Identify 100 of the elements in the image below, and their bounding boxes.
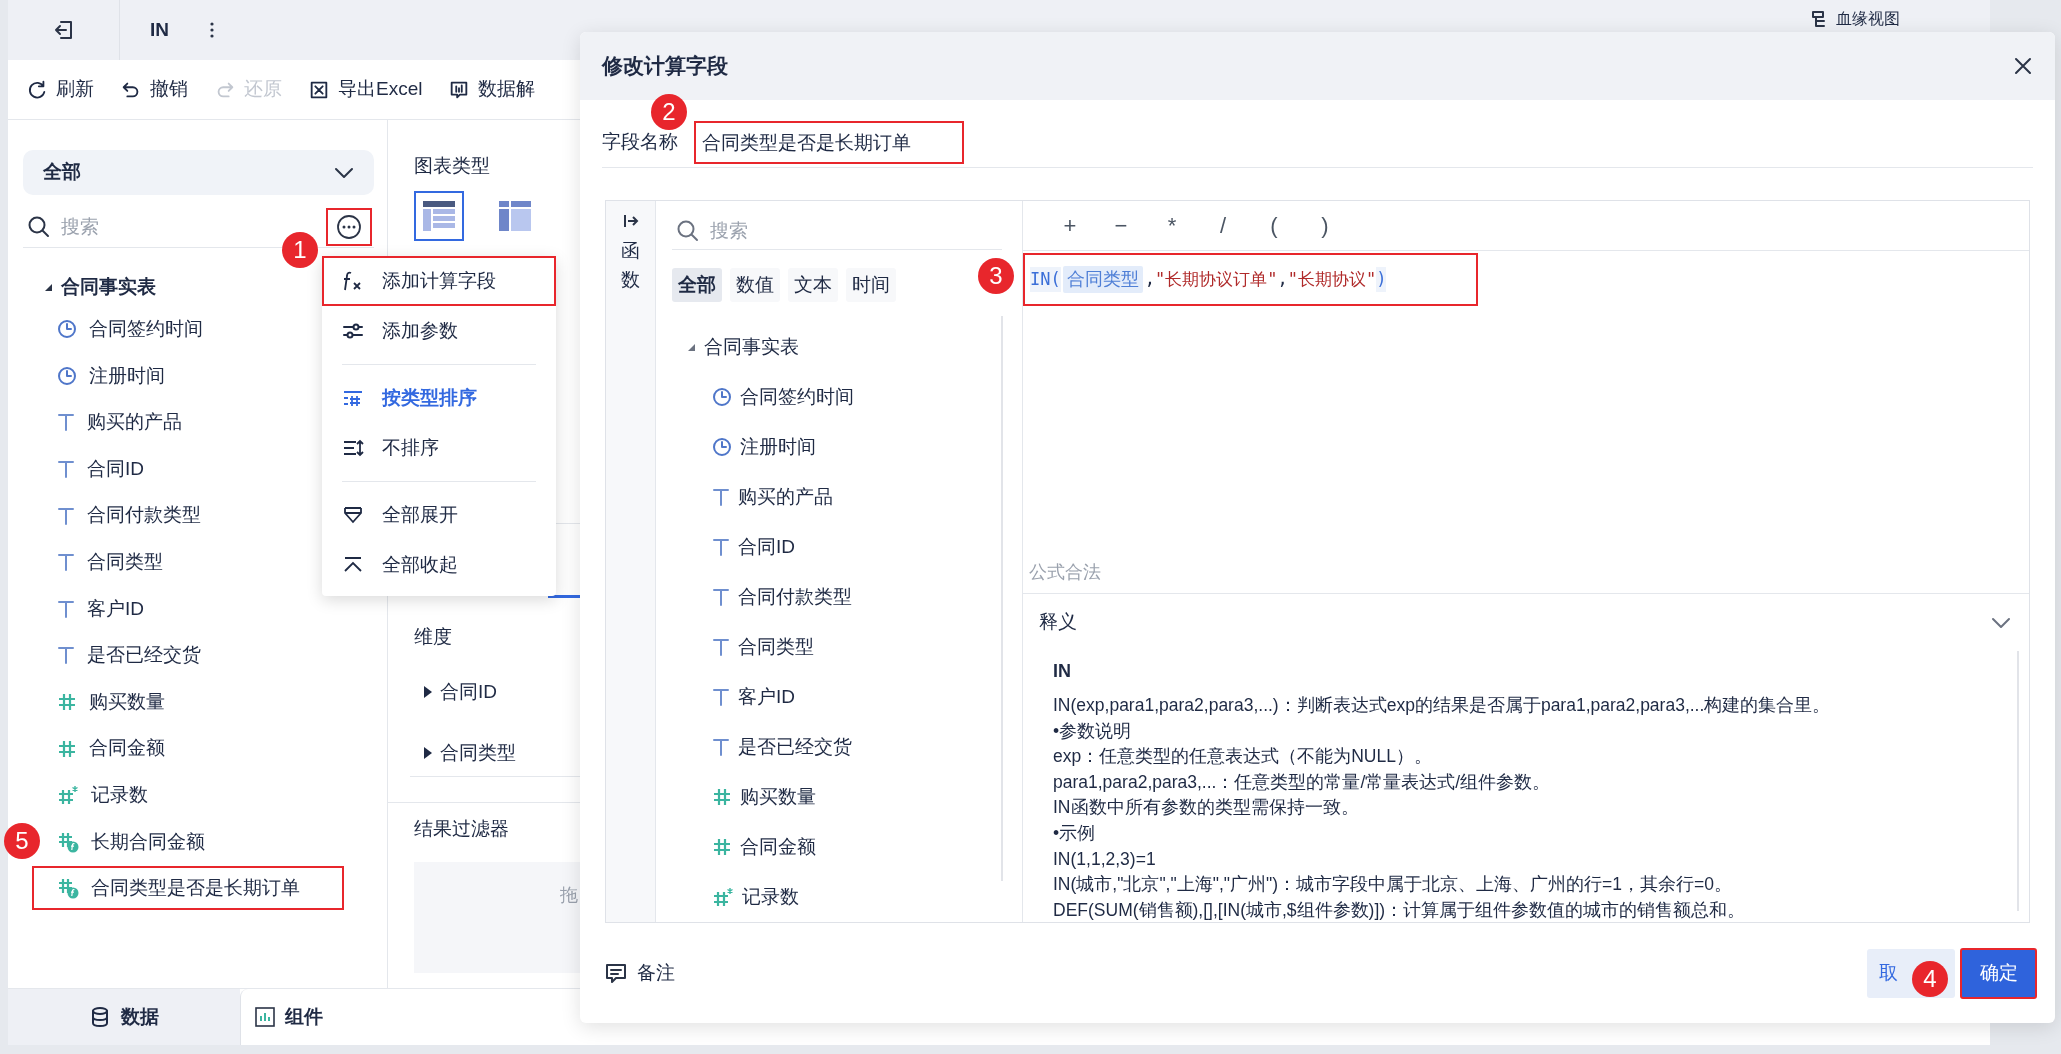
collapse-panel-icon — [622, 213, 639, 229]
category-tab[interactable]: 时间 — [846, 268, 896, 302]
field-item[interactable]: 记录数 — [43, 773, 170, 818]
field-item[interactable]: 合同ID — [672, 522, 1002, 572]
field-item[interactable]: 合同付款类型 — [672, 572, 1002, 622]
text-type-icon — [712, 637, 730, 657]
explanation-line: •参数说明 — [1053, 719, 1133, 743]
field-item[interactable]: 合同类型 — [43, 540, 185, 585]
formula-editor[interactable]: IN( 合同类型 ,"长期协议订单","长期协议") — [1023, 253, 1478, 306]
report-title: IN — [150, 17, 169, 42]
field-item[interactable]: 合同金额 — [672, 822, 1002, 872]
lineage-icon[interactable] — [1810, 10, 1828, 28]
scope-dropdown[interactable]: 全部 — [23, 150, 374, 195]
comment-icon — [605, 962, 627, 984]
field-item[interactable]: 是否已经交货 — [43, 633, 223, 678]
explanation-line: IN(1,1,2,3)=1 — [1053, 847, 1157, 871]
clock-icon — [712, 437, 732, 457]
chevron-down-icon — [334, 166, 354, 179]
function-search-field[interactable]: 搜索 — [710, 216, 910, 246]
field-item[interactable]: 合同付款类型 — [43, 493, 223, 538]
more-options-button[interactable] — [326, 208, 372, 246]
table-name[interactable]: 合同事实表 — [704, 332, 799, 362]
field-item[interactable]: 客户ID — [672, 672, 1002, 722]
toolbar-button[interactable]: 数据解 — [448, 75, 536, 104]
toolbar-button[interactable]: 撤销 — [120, 75, 188, 104]
field-label: 字段名称 — [602, 129, 678, 154]
field-item[interactable]: 购买数量 — [672, 772, 1002, 822]
field-item[interactable]: 合同签约时间 — [43, 307, 225, 352]
clock-icon — [712, 387, 732, 407]
menu-item[interactable]: 全部收起 — [322, 540, 556, 590]
dimension-item[interactable]: 合同类型 — [424, 739, 516, 768]
field-item[interactable]: 合同ID — [43, 447, 166, 492]
field-item[interactable]: 合同类型 — [672, 622, 1002, 672]
field-item[interactable]: 注册时间 — [43, 353, 187, 398]
section-title: 图表类型 — [414, 154, 491, 178]
menu-item[interactable]: 按类型排序 — [322, 373, 556, 423]
field-item[interactable]: 长期合同金额 — [43, 819, 227, 864]
confirm-button[interactable]: 确定 — [1960, 947, 2037, 999]
toolbar-button[interactable]: 导出Excel — [308, 75, 423, 104]
operator-button[interactable]: + — [1059, 209, 1081, 242]
formula-status: 公式合法 — [1029, 560, 1101, 584]
lineage-view-link[interactable]: 血缘视图 — [1836, 10, 1900, 28]
category-tab[interactable]: 全部 — [672, 268, 722, 302]
explanation-header[interactable]: 释义 — [1023, 594, 2029, 651]
note-button[interactable]: 备注 — [605, 958, 675, 988]
field-item[interactable]: 购买数量 — [43, 680, 187, 725]
close-icon — [2013, 56, 2033, 76]
field-item[interactable]: 购买的产品 — [43, 400, 204, 445]
menu-item[interactable]: 添加参数 — [322, 306, 556, 356]
explanation-line: DEF(SUM(销售额),[],[IN(城市,$组件参数)])：计算属于组件参数值的城市的销售额总和。 — [1053, 898, 1747, 922]
operator-button[interactable]: ( — [1263, 209, 1285, 242]
menu-item[interactable]: 添加计算字段 — [322, 256, 556, 306]
text-type-icon — [57, 412, 75, 433]
text-type-icon — [57, 645, 75, 666]
hash-icon — [57, 738, 77, 759]
text-type-icon — [57, 598, 75, 619]
field-item[interactable]: 注册时间 — [672, 422, 1002, 472]
hash-icon — [712, 787, 732, 807]
operator-button[interactable]: ) — [1314, 209, 1336, 242]
bar-chart-icon — [255, 1007, 275, 1027]
caret-down-icon[interactable] — [43, 282, 53, 292]
category-tab[interactable]: 数值 — [730, 268, 780, 302]
search-icon — [676, 219, 700, 243]
toolbar-button[interactable]: 刷新 — [26, 75, 94, 104]
expand-icon — [342, 504, 364, 526]
chart-type-button[interactable] — [414, 191, 464, 241]
explanation-title: IN — [1053, 660, 1072, 683]
section-title: 维度 — [414, 625, 452, 649]
operator-button[interactable]: / — [1212, 209, 1234, 242]
field-name-input[interactable]: 合同类型是否是长期订单 — [694, 121, 964, 164]
function-side-tab[interactable]: 函数 — [606, 201, 656, 922]
field-item[interactable]: 合同金额 — [43, 726, 187, 771]
caret-right-icon — [424, 686, 432, 699]
field-item[interactable]: 合同类型是否是长期订单 — [32, 866, 344, 911]
more-horizontal-icon — [336, 214, 362, 240]
refresh-icon — [26, 78, 48, 101]
bottom-tab[interactable]: 数据 — [8, 989, 240, 1045]
table-name[interactable]: 合同事实表 — [61, 272, 156, 302]
dialog-title: 修改计算字段 — [602, 53, 728, 80]
field-item[interactable]: 是否已经交货 — [672, 722, 1002, 772]
operator-button[interactable]: − — [1110, 209, 1132, 242]
hash-star-icon — [57, 785, 79, 806]
field-item[interactable]: 购买的产品 — [672, 472, 1002, 522]
dimension-item[interactable]: 合同ID — [424, 678, 497, 707]
field-item[interactable]: 合同签约时间 — [672, 372, 1002, 422]
menu-item[interactable]: 全部展开 — [322, 490, 556, 540]
search-field[interactable]: 搜索 — [61, 212, 261, 242]
text-type-icon — [57, 459, 75, 480]
hash-icon — [712, 837, 732, 857]
clock-icon — [57, 365, 77, 386]
menu-item[interactable]: 不排序 — [322, 423, 556, 473]
field-item[interactable]: 记录数 — [672, 872, 1002, 922]
text-type-icon — [712, 487, 730, 507]
operator-button[interactable]: * — [1161, 209, 1183, 242]
sort-arrows-icon — [342, 437, 364, 459]
field-item[interactable]: 客户ID — [43, 586, 166, 631]
more-vertical-icon[interactable] — [209, 21, 215, 39]
search-icon — [27, 215, 51, 239]
category-tab[interactable]: 文本 — [788, 268, 838, 302]
hash-function-icon — [57, 830, 79, 853]
